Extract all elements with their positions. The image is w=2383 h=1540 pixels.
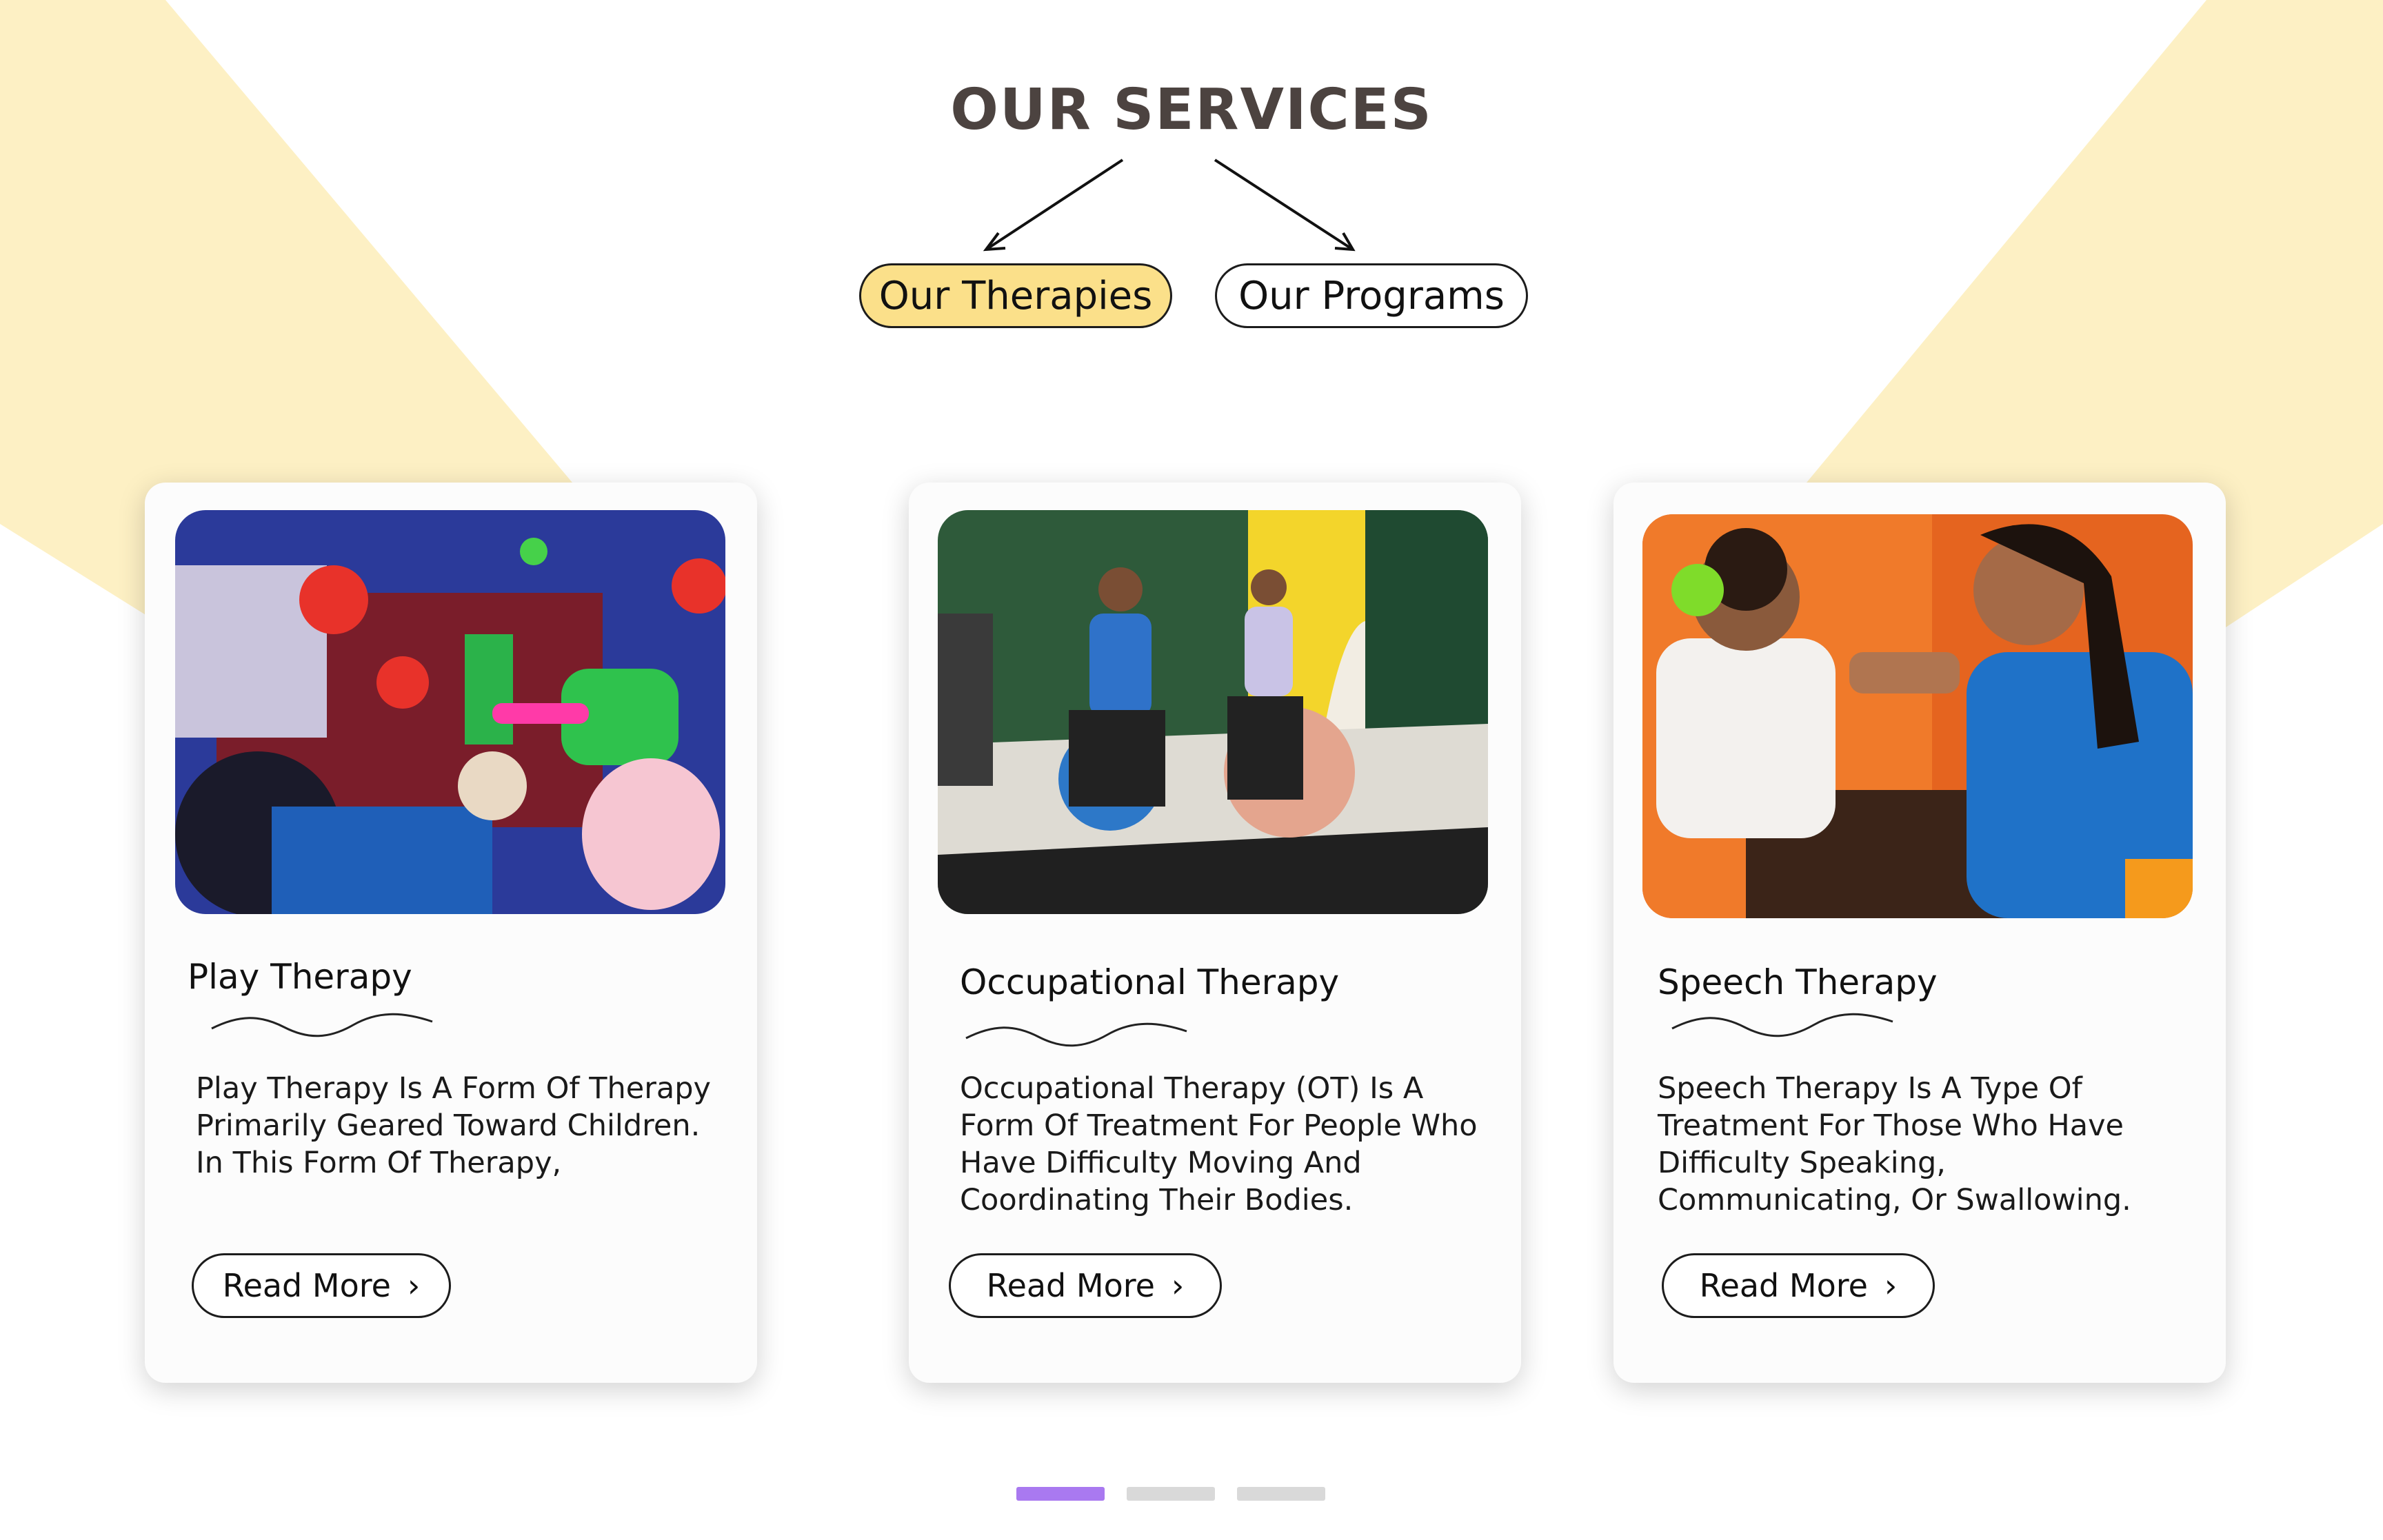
tab-our-programs[interactable]: Our Programs [1215, 263, 1528, 328]
tab-our-therapies[interactable]: Our Therapies [859, 263, 1172, 328]
read-more-button[interactable]: Read More › [192, 1253, 451, 1318]
card-description: Occupational Therapy (OT) Is A Form Of T… [960, 1071, 1478, 1217]
service-card-occupational-therapy: Occupational Therapy Occupational Therap… [909, 483, 1521, 1383]
read-more-button[interactable]: Read More › [1662, 1253, 1935, 1318]
squiggle-divider-icon [965, 1022, 1187, 1047]
read-more-label: Read More [986, 1267, 1155, 1304]
card-description: Play Therapy Is A Form Of Therapy Primar… [196, 1071, 711, 1180]
squiggle-divider-icon [211, 1013, 433, 1037]
service-card-play-therapy: Play Therapy Play Therapy Is A Form Of T… [145, 483, 757, 1383]
play-therapy-photo [175, 510, 725, 914]
branch-arrows-icon [983, 159, 1356, 252]
card-title: Speech Therapy [1658, 962, 1938, 1002]
squiggle-divider-icon [1671, 1013, 1893, 1037]
chevron-right-icon: › [1884, 1267, 1898, 1304]
chevron-right-icon: › [1171, 1267, 1185, 1304]
carousel-dot-1[interactable] [1016, 1487, 1105, 1501]
chevron-right-icon: › [407, 1267, 421, 1304]
card-title: Occupational Therapy [960, 962, 1340, 1002]
speech-therapy-photo [1642, 514, 2193, 918]
occupational-therapy-photo [938, 510, 1488, 914]
carousel-pagination [0, 1487, 2383, 1501]
read-more-label: Read More [1699, 1267, 1868, 1304]
service-card-speech-therapy: Speech Therapy Speech Therapy Is A Type … [1613, 483, 2226, 1383]
read-more-button[interactable]: Read More › [949, 1253, 1222, 1318]
read-more-label: Read More [222, 1267, 391, 1304]
card-title: Play Therapy [188, 957, 412, 997]
card-description: Speech Therapy Is A Type Of Treatment Fo… [1658, 1071, 2131, 1217]
carousel-dot-2[interactable] [1127, 1487, 1215, 1501]
carousel-dot-3[interactable] [1237, 1487, 1325, 1501]
